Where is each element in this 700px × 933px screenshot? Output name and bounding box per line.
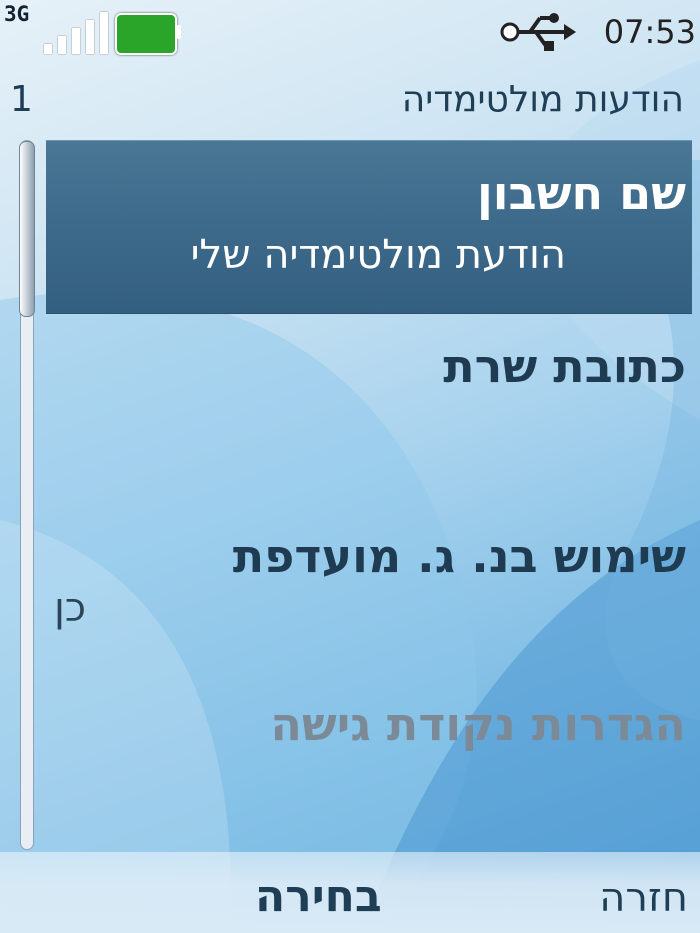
item-label: הגדרות נקודת גישה (270, 697, 686, 751)
scrollbar-thumb[interactable] (19, 141, 35, 317)
list-item-account-name[interactable]: שם חשבון הודעת מולטימדיה שלי (46, 140, 692, 314)
softkey-bar: בחירה חזרה (0, 852, 700, 933)
signal-bars-icon (28, 10, 108, 54)
item-label: כתובת שרת (443, 339, 686, 393)
back-softkey[interactable]: חזרה (599, 872, 688, 924)
list-item-preferred-connection[interactable]: שימוש בנ. ג. מועדפת כן (46, 526, 692, 652)
battery-icon (115, 13, 181, 55)
clock: 07:53 (603, 13, 696, 51)
page-number: 1 (10, 79, 33, 120)
page-title: הודעות מולטימדיה (401, 79, 684, 120)
battery-tip (175, 25, 181, 39)
settings-list: שם חשבון הודעת מולטימדיה שלי כתובת שרת ש… (46, 140, 692, 774)
select-softkey[interactable]: בחירה (255, 870, 382, 924)
status-bar: 3G 07:53 (0, 0, 700, 66)
list-item-server-address[interactable]: כתובת שרת (46, 336, 692, 436)
title-bar: 1 הודעות מולטימדיה (0, 72, 700, 128)
item-label: שימוש בנ. ג. מועדפת (232, 529, 686, 583)
item-value: כן (54, 585, 87, 631)
item-value: הודעת מולטימדיה שלי (190, 232, 566, 278)
scrollbar[interactable] (19, 140, 35, 850)
phone-screen: 3G 07:53 1 הודעות מולטימדיה שם חשבון הוד… (0, 0, 700, 933)
network-type-indicator: 3G (4, 2, 30, 26)
battery-fill (115, 13, 177, 55)
usb-connected-icon (500, 13, 576, 51)
item-label: שם חשבון (476, 166, 686, 220)
list-item-access-point-settings[interactable]: הגדרות נקודת גישה (46, 694, 692, 774)
